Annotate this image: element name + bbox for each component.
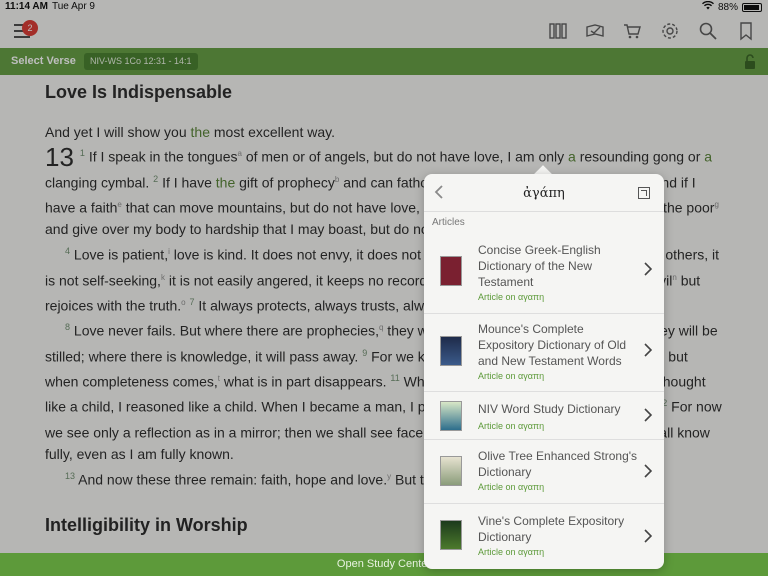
list-item[interactable]: Vine's Complete Expository Dictionary Ar… <box>424 504 664 569</box>
section-label: Articles <box>432 217 465 228</box>
chevron-right-icon <box>644 262 653 279</box>
book-cover-icon <box>440 456 462 486</box>
list-item[interactable]: NIV Word Study Dictionary Article on αγα… <box>424 392 664 440</box>
popover-header: ἀγάπη <box>424 174 664 212</box>
lexicon-popover: ἀγάπη Articles Concise Greek-English Dic… <box>424 174 664 569</box>
book-cover-icon <box>440 401 462 431</box>
chevron-right-icon <box>644 343 653 360</box>
book-cover-icon <box>440 336 462 366</box>
chevron-right-icon <box>644 464 653 481</box>
list-item[interactable]: Mounce's Complete Expository Dictionary … <box>424 314 664 392</box>
expand-icon[interactable] <box>638 187 650 199</box>
chevron-right-icon <box>644 529 653 546</box>
list-item[interactable]: Olive Tree Enhanced Strong's Dictionary … <box>424 440 664 504</box>
section-heading: Intelligibility in Worship <box>45 515 248 535</box>
book-cover-icon <box>440 520 462 550</box>
chevron-right-icon <box>644 408 653 425</box>
book-cover-icon <box>440 256 462 286</box>
popover-title: ἀγάπη <box>523 186 565 201</box>
list-item[interactable]: Concise Greek-English Dictionary of the … <box>424 234 664 314</box>
